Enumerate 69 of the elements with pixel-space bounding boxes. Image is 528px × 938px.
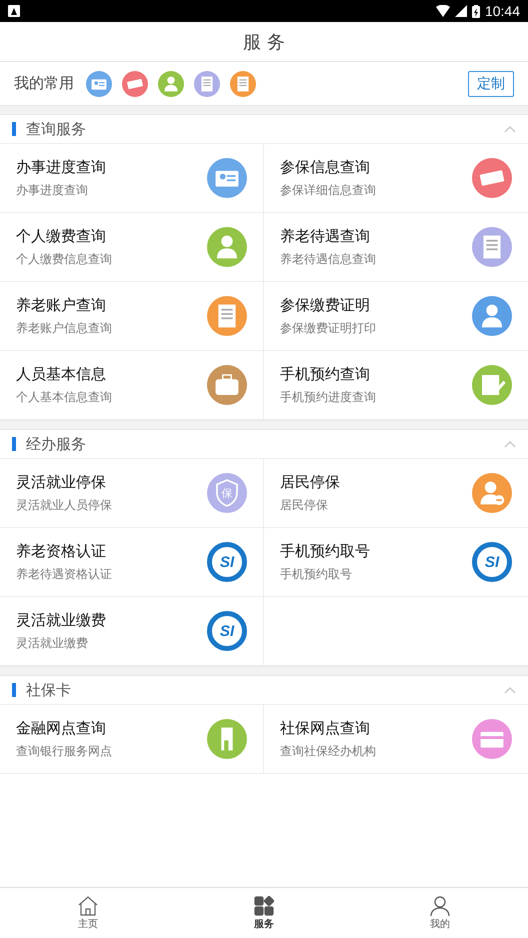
- nav-tab[interactable]: 主页: [0, 888, 176, 938]
- service-tile[interactable]: 养老账户查询 养老账户信息查询: [0, 282, 264, 351]
- service-tile[interactable]: 参保信息查询 参保详细信息查询: [264, 144, 528, 213]
- nav-tab[interactable]: 我的: [352, 888, 528, 938]
- service-subtitle: 个人缴费信息查询: [16, 250, 113, 268]
- service-subtitle: 养老待遇资格认证: [16, 566, 113, 582]
- service-subtitle: 查询银行服务网点: [16, 742, 113, 760]
- service-title: 办事进度查询: [16, 158, 107, 176]
- service-tile[interactable]: 居民停保 居民停保: [264, 459, 528, 528]
- service-subtitle: 养老待遇信息查询: [280, 250, 377, 268]
- chevron-up-icon[interactable]: [504, 125, 516, 133]
- service-subtitle: 手机预约进度查询: [280, 388, 377, 406]
- service-subtitle: 查询社保经办机构: [280, 742, 377, 760]
- service-tile[interactable]: 养老待遇查询 养老待遇信息查询: [264, 213, 528, 282]
- service-tile[interactable]: 手机预约取号 手机预约取号 SI: [264, 528, 528, 597]
- service-tile[interactable]: 参保缴费证明 参保缴费证明打印: [264, 282, 528, 351]
- logo-icon: SI: [472, 542, 512, 582]
- service-title: 手机预约取号: [280, 542, 371, 560]
- service-subtitle: 个人基本信息查询: [16, 388, 113, 406]
- service-title: 人员基本信息: [16, 364, 107, 384]
- service-title: 养老账户查询: [16, 296, 107, 314]
- section-marker: [12, 437, 16, 451]
- service-title: 养老待遇查询: [280, 226, 371, 246]
- page-title: 服 务: [243, 30, 285, 54]
- nav-tab[interactable]: 服务: [176, 888, 352, 938]
- service-tile[interactable]: 养老资格认证 养老待遇资格认证 SI: [0, 528, 264, 597]
- service-subtitle: 养老账户信息查询: [16, 320, 113, 336]
- service-title: 金融网点查询: [16, 718, 107, 738]
- service-subtitle: 参保缴费证明打印: [280, 320, 377, 336]
- service-tile[interactable]: 办事进度查询 办事进度查询: [0, 144, 264, 213]
- service-title: 社保网点查询: [280, 718, 371, 738]
- service-title: 养老资格认证: [16, 542, 107, 560]
- battery-icon: [472, 4, 480, 18]
- chevron-up-icon[interactable]: [504, 440, 516, 448]
- logo-icon: SI: [207, 611, 247, 651]
- service-subtitle: 参保详细信息查询: [280, 182, 377, 198]
- service-title: 居民停保: [280, 472, 341, 492]
- customize-button[interactable]: 定制: [468, 70, 514, 96]
- home-icon: [77, 896, 99, 916]
- service-tile[interactable]: 金融网点查询 查询银行服务网点: [0, 705, 264, 774]
- service-title: 参保信息查询: [280, 158, 371, 176]
- section-title: 查询服务: [26, 120, 86, 138]
- service-title: 参保缴费证明: [280, 296, 371, 314]
- shield-icon: 保: [207, 473, 247, 513]
- service-title: 手机预约查询: [280, 364, 371, 384]
- service-title: 灵活就业缴费: [16, 610, 107, 630]
- chevron-up-icon[interactable]: [504, 686, 516, 694]
- service-subtitle: 办事进度查询: [16, 182, 89, 198]
- favorites-label: 我的常用: [14, 74, 74, 93]
- logo-icon: SI: [207, 542, 247, 582]
- service-tile[interactable]: 灵活就业停保 灵活就业人员停保 保: [0, 459, 264, 528]
- service-tile[interactable]: 社保网点查询 查询社保经办机构: [264, 705, 528, 774]
- user-icon: [430, 896, 450, 916]
- service-title: 灵活就业停保: [16, 472, 107, 492]
- wifi-icon: [436, 5, 450, 17]
- section-marker: [12, 122, 16, 136]
- service-subtitle: 手机预约取号: [280, 566, 353, 582]
- grid-icon: [254, 896, 274, 916]
- section-title: 经办服务: [26, 434, 86, 454]
- service-subtitle: 灵活就业人员停保: [16, 496, 113, 514]
- service-title: 个人缴费查询: [16, 226, 107, 246]
- service-tile[interactable]: 个人缴费查询 个人缴费信息查询: [0, 213, 264, 282]
- section-title: 社保卡: [26, 680, 71, 700]
- signal-icon: [454, 5, 467, 17]
- notification-icon: [8, 5, 20, 17]
- clock-time: 10:44: [484, 3, 520, 19]
- service-subtitle: 灵活就业缴费: [16, 634, 89, 652]
- section-marker: [12, 683, 16, 697]
- service-subtitle: 居民停保: [280, 496, 329, 514]
